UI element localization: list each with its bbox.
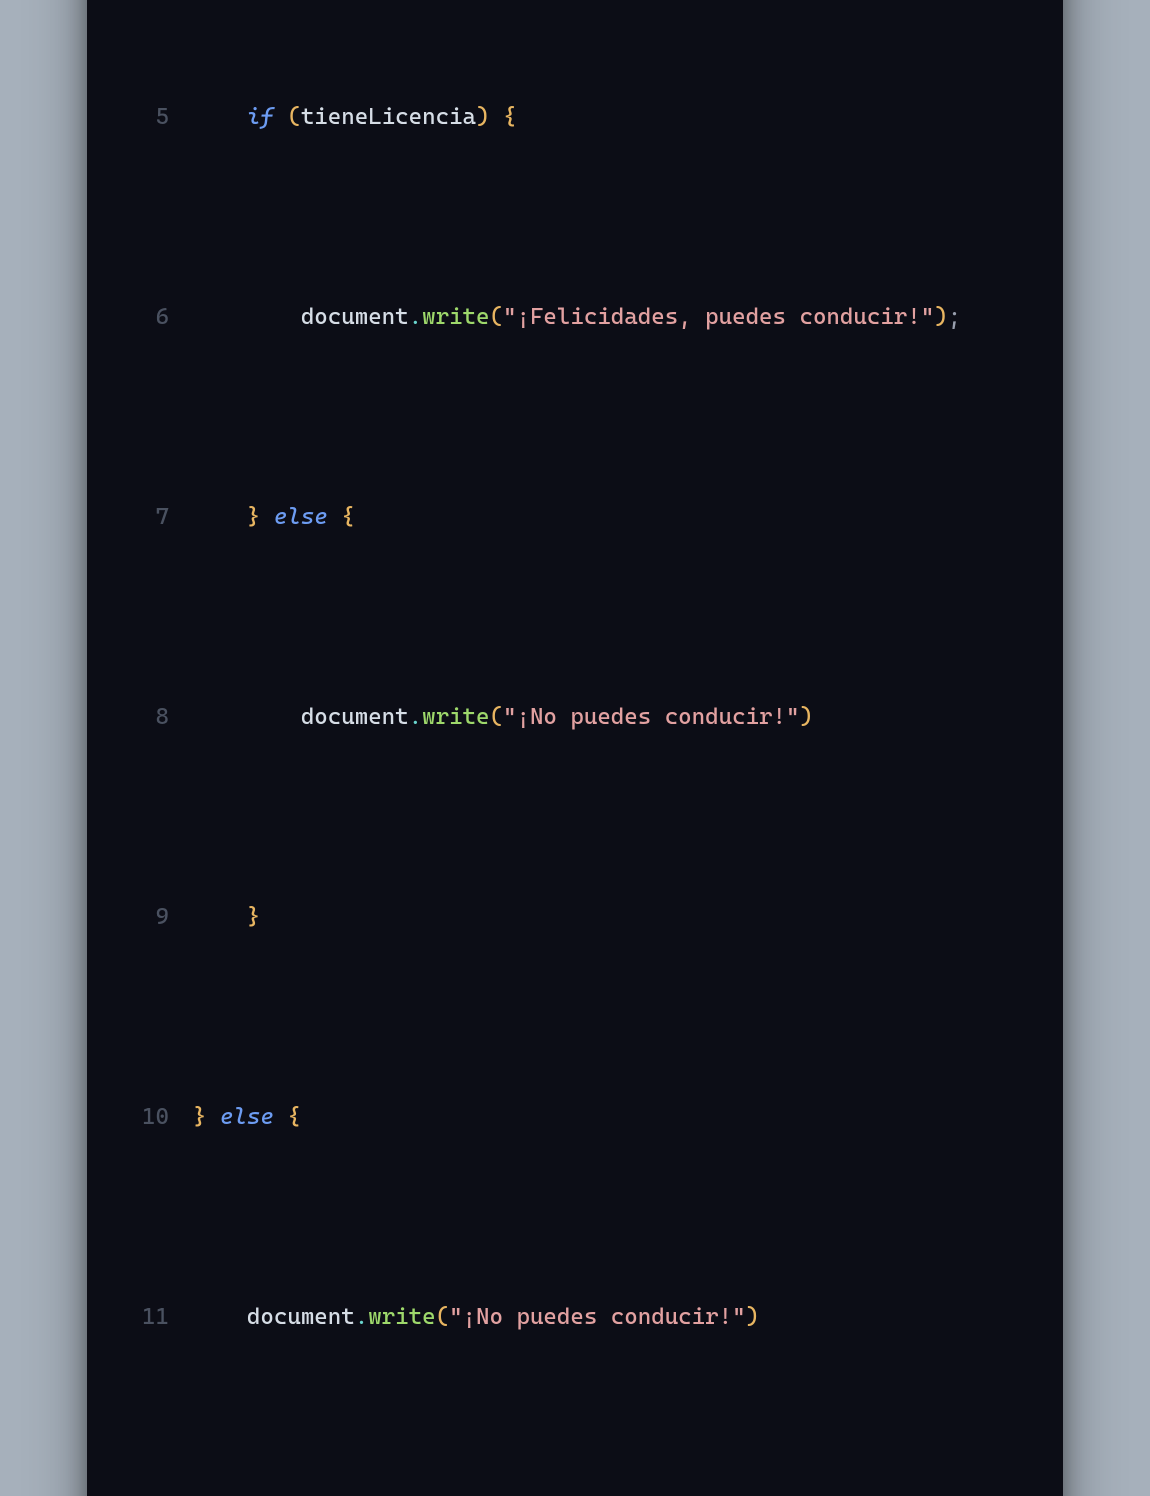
indent xyxy=(193,704,301,730)
string-literal: "¡Felicidades, puedes conducir!" xyxy=(503,304,934,330)
indent xyxy=(193,104,247,130)
code-content: } else { xyxy=(193,1097,301,1137)
code-content: if (tieneLicencia) { xyxy=(193,97,516,137)
line-number: 10 xyxy=(115,1097,193,1137)
brace: { xyxy=(341,504,354,530)
code-content: document.write("¡Felicidades, puedes con… xyxy=(193,297,961,337)
identifier: document xyxy=(247,1304,355,1330)
stage: 1 let edad = parseInt(prompt("¿Cuál es t… xyxy=(0,0,1150,748)
line-number: 11 xyxy=(115,1297,193,1337)
code-content: } else { xyxy=(193,497,355,537)
code-content: document.write("¡No puedes conducir!") xyxy=(193,697,813,737)
code-content: document.write("¡No puedes conducir!") xyxy=(193,1297,759,1337)
semicolon: ; xyxy=(948,304,961,330)
string-literal: "¡No puedes conducir!" xyxy=(503,704,799,730)
code-line: 8 document.write("¡No puedes conducir!") xyxy=(115,697,1035,737)
code-line: 9 } xyxy=(115,897,1035,937)
code-line: 5 if (tieneLicencia) { xyxy=(115,97,1035,137)
string-literal: "¡No puedes conducir!" xyxy=(449,1304,745,1330)
keyword-else: else xyxy=(274,504,328,530)
keyword-else: else xyxy=(220,1104,274,1130)
paren: ) xyxy=(476,104,489,130)
indent xyxy=(193,1304,247,1330)
keyword-if: if xyxy=(247,104,274,130)
code-editor: 1 let edad = parseInt(prompt("¿Cuál es t… xyxy=(115,0,1035,1496)
paren: ) xyxy=(746,1304,759,1330)
identifier: tieneLicencia xyxy=(301,104,476,130)
paren: ) xyxy=(934,304,947,330)
indent xyxy=(193,904,247,930)
paren: ) xyxy=(799,704,812,730)
paren: ( xyxy=(490,704,503,730)
dot-operator: . xyxy=(355,1304,368,1330)
paren: ( xyxy=(287,104,300,130)
line-number: 8 xyxy=(115,697,193,737)
line-number: 7 xyxy=(115,497,193,537)
brace: { xyxy=(503,104,516,130)
identifier: document xyxy=(301,704,409,730)
brace: { xyxy=(287,1104,300,1130)
paren: ( xyxy=(490,304,503,330)
code-content: } xyxy=(193,897,260,937)
indent xyxy=(193,504,247,530)
function-name: write xyxy=(422,704,489,730)
line-number: 6 xyxy=(115,297,193,337)
indent xyxy=(193,304,301,330)
identifier: document xyxy=(301,304,409,330)
line-number: 5 xyxy=(115,97,193,137)
paren: ( xyxy=(436,1304,449,1330)
function-name: write xyxy=(368,1304,435,1330)
dot-operator: . xyxy=(409,704,422,730)
line-number: 9 xyxy=(115,897,193,937)
code-line: 7 } else { xyxy=(115,497,1035,537)
function-name: write xyxy=(422,304,489,330)
code-line: 11 document.write("¡No puedes conducir!"… xyxy=(115,1297,1035,1337)
dot-operator: . xyxy=(409,304,422,330)
code-line: 10 } else { xyxy=(115,1097,1035,1137)
code-window: 1 let edad = parseInt(prompt("¿Cuál es t… xyxy=(87,0,1063,1496)
code-line: 6 document.write("¡Felicidades, puedes c… xyxy=(115,297,1035,337)
brace: } xyxy=(247,904,260,930)
brace: } xyxy=(193,1104,206,1130)
brace: } xyxy=(247,504,260,530)
